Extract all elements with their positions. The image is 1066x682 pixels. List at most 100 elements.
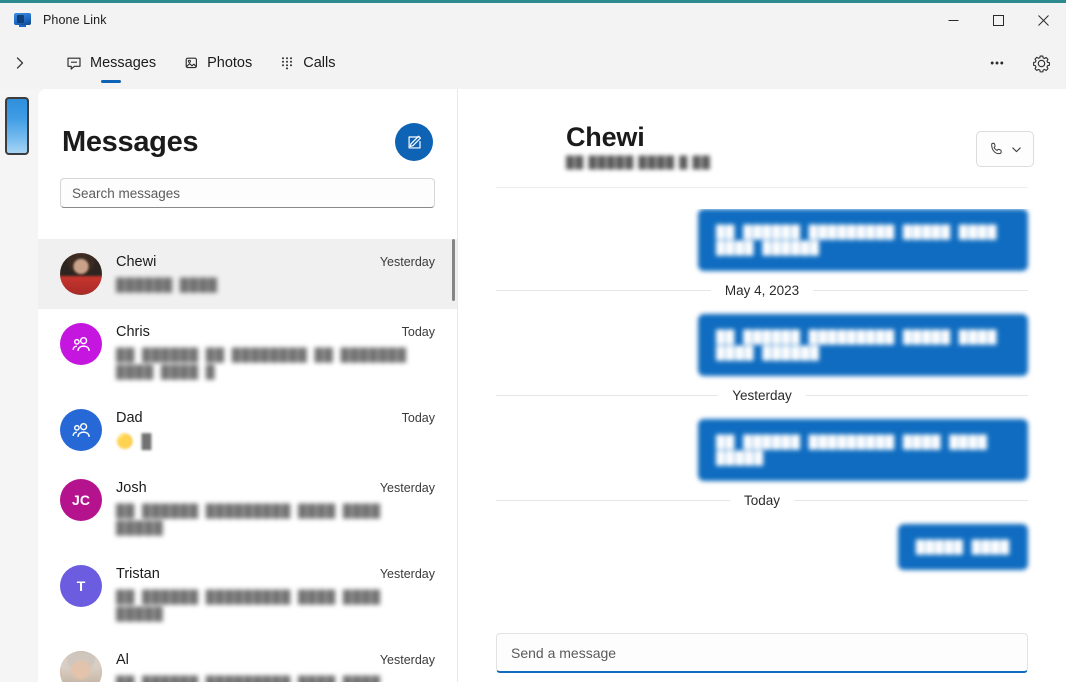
message-bubble[interactable]: ██ ██████ █████████ █████ ████ ████ ████… <box>698 314 1028 376</box>
thread-contact-name: Chewi <box>566 122 645 153</box>
messages-header: Messages <box>38 89 457 161</box>
conversation-list-item[interactable]: T Tristan Yesterday ██ ██████ █████████ ███… <box>38 551 457 637</box>
conversation-contact-name: Josh <box>116 480 147 496</box>
settings-button[interactable] <box>1022 44 1060 82</box>
thread-contact-subtitle: ██ █████ ████ █ ██ <box>566 156 711 169</box>
navigation-bar: Messages Photos Calls <box>0 37 1066 89</box>
conversation-timestamp: Yesterday <box>379 481 435 495</box>
nav-actions <box>978 37 1060 89</box>
date-divider-label: Yesterday <box>732 388 792 403</box>
divider-line-left <box>496 500 730 501</box>
thread-header: Chewi ██ █████ ████ █ ██ <box>458 89 1066 171</box>
ellipsis-icon <box>990 61 1004 65</box>
phone-icon <box>990 142 1002 155</box>
divider-line-right <box>813 290 1029 291</box>
conversation-preview-text: ██ ██████ ██ ████████ ██ ███████ ████ ██… <box>116 348 407 379</box>
conversation-preview-text: ██ ██████ █████████ ████ ████ █████ <box>116 504 381 535</box>
message-bubble-icon <box>65 55 82 72</box>
avatar <box>60 253 102 295</box>
dialpad-icon <box>278 55 295 72</box>
window-title: Phone Link <box>43 13 107 27</box>
nav-tabs: Messages Photos Calls <box>52 37 348 89</box>
conversation-item-body: Dad Today 🟡 █ <box>116 409 435 450</box>
conversation-item-body: Al Yesterday ██ ██████ █████████ ████ ████… <box>116 651 435 682</box>
search-container <box>38 161 457 208</box>
conversation-item-body: Tristan Yesterday ██ ██████ █████████ ████… <box>116 565 435 623</box>
tab-calls[interactable]: Calls <box>265 37 348 89</box>
tab-photos-label: Photos <box>207 55 253 71</box>
thread-contact-info: Chewi ██ █████ ████ █ ██ <box>566 122 711 169</box>
thread-header-divider <box>496 187 1028 188</box>
conversation-list-item[interactable]: Chewi Yesterday ██████ ████ <box>38 239 457 309</box>
conversation-scroll-area[interactable]: Chewi Yesterday ██████ ████ Chris Today ██ ██… <box>38 239 457 682</box>
thread-panel: Chewi ██ █████ ████ █ ██ ██ ██████ █████… <box>458 89 1066 682</box>
conversation-preview-text: ██ ██████ █████████ ████ ████ █████ <box>116 675 435 682</box>
more-options-button[interactable] <box>978 44 1016 82</box>
date-divider-label: May 4, 2023 <box>724 283 800 298</box>
monitor-icon <box>14 12 32 28</box>
message-row: ██ ██████ █████████ █████ ████ ████ ████… <box>496 314 1028 376</box>
conversation-item-body: Josh Yesterday ██ ██████ █████████ ████ ██… <box>116 479 435 537</box>
close-button[interactable] <box>1021 3 1066 37</box>
conversation-contact-name: Dad <box>116 410 143 426</box>
compose-message-button[interactable] <box>395 123 433 161</box>
divider-line-left <box>496 290 711 291</box>
window-controls <box>931 3 1066 37</box>
date-divider: Yesterday <box>496 388 1029 403</box>
gear-icon <box>1032 55 1050 72</box>
conversation-timestamp: Today <box>401 325 435 339</box>
conversation-item-body: Chris Today ██ ██████ ██ ████████ ██ █████… <box>116 323 435 381</box>
date-divider: May 4, 2023 <box>496 283 1029 298</box>
search-input[interactable] <box>60 178 435 208</box>
avatar <box>60 651 102 682</box>
page-title: Messages <box>62 125 199 158</box>
message-bubble[interactable]: █████ ████ <box>897 524 1028 570</box>
conversation-preview-text: 🟡 █ <box>116 433 153 449</box>
conversation-list-item[interactable]: JC Josh Yesterday ██ ██████ █████████ ████ … <box>38 465 457 551</box>
send-message-input[interactable] <box>496 633 1028 673</box>
message-row: ██ ██████ █████████ █████ ████ ████ ████… <box>496 209 1028 271</box>
photos-icon <box>182 55 199 72</box>
conversation-contact-name: Tristan <box>116 566 160 582</box>
avatar <box>498 121 548 171</box>
minimize-button[interactable] <box>931 3 976 37</box>
group-icon <box>71 336 90 351</box>
conversation-list-item[interactable]: Al Yesterday ██ ██████ █████████ ████ ████… <box>38 637 457 682</box>
conversation-timestamp: Today <box>401 411 435 425</box>
message-bubble[interactable]: ██ ██████ █████████ █████ ████ ████ ████… <box>698 209 1028 271</box>
avatar: JC <box>60 479 102 521</box>
date-divider: Today <box>496 493 1028 508</box>
conversation-timestamp: Yesterday <box>379 255 435 269</box>
conversation-list-item[interactable]: Dad Today 🟡 █ <box>38 395 457 465</box>
divider-line-right <box>805 395 1029 396</box>
group-icon <box>71 422 90 437</box>
tab-calls-label: Calls <box>303 55 336 71</box>
tab-messages-label: Messages <box>90 55 157 71</box>
conversation-timestamp: Yesterday <box>379 653 435 667</box>
message-bubble[interactable]: ██ ██████ █████████ ████ ████ █████ <box>698 419 1028 481</box>
close-icon <box>1038 14 1049 26</box>
message-thread[interactable]: ██ ██████ █████████ █████ ████ ████ ████… <box>458 209 1066 609</box>
content-area: Messages Chewi Yesterday ██████ ████ Chris T… <box>38 89 1066 682</box>
tab-messages[interactable]: Messages <box>52 37 169 89</box>
tab-photos[interactable]: Photos <box>169 37 265 89</box>
scrollbar-thumb[interactable] <box>452 239 455 301</box>
expand-nav-button[interactable] <box>2 45 38 81</box>
call-button[interactable] <box>976 131 1034 167</box>
conversation-timestamp: Yesterday <box>379 567 435 581</box>
maximize-button[interactable] <box>976 3 1021 37</box>
conversation-list-item[interactable]: Chris Today ██ ██████ ██ ████████ ██ █████… <box>38 309 457 395</box>
conversation-list-panel: Messages Chewi Yesterday ██████ ████ Chris T… <box>38 89 457 682</box>
chevron-right-icon <box>16 57 24 69</box>
phone-link-window: Phone Link Messages Photos Calls Message… <box>0 0 1066 682</box>
divider-line-right <box>794 500 1028 501</box>
device-rail <box>0 89 34 682</box>
date-divider-label: Today <box>743 493 781 508</box>
avatar: T <box>60 565 102 607</box>
message-row: ██ ██████ █████████ ████ ████ █████ <box>496 419 1028 481</box>
title-bar: Phone Link <box>0 3 1066 37</box>
conversation-preview-text: ██ ██████ █████████ ████ ████ █████ <box>116 590 381 621</box>
phone-device-icon[interactable] <box>5 97 29 155</box>
divider-line-left <box>496 395 719 396</box>
conversation-scrollbar[interactable] <box>452 239 455 682</box>
